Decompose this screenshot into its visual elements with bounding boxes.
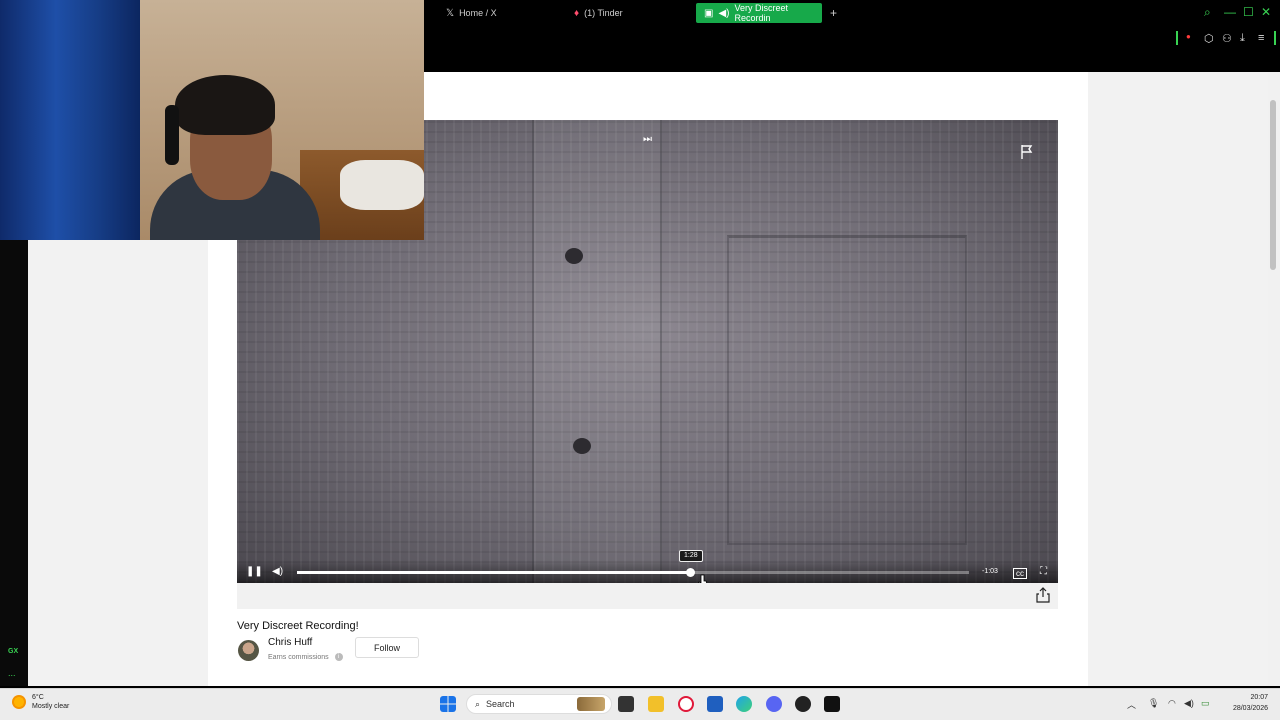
windows-taskbar (0, 688, 1280, 720)
tab-label: Home / X (459, 8, 497, 18)
video-frame-shirt-button (565, 248, 583, 264)
maximize-icon[interactable]: ☐ (1243, 5, 1254, 19)
clock-date: 28/03/2026 (1232, 705, 1268, 712)
volume-tray-icon[interactable]: ◀) (1184, 698, 1194, 709)
scrollbar-thumb[interactable] (1270, 100, 1276, 270)
skip-next-icon[interactable]: ⏭ (643, 134, 652, 145)
remaining-time: -1:03 (982, 568, 998, 575)
taskbar-clock[interactable]: 20:07 28/03/2026 (1224, 692, 1268, 714)
task-view-icon[interactable] (618, 696, 634, 712)
store-icon[interactable] (707, 696, 723, 712)
sidebar-more-icon[interactable]: ... (8, 668, 16, 678)
battery-icon[interactable]: ▭ (1201, 698, 1210, 709)
search-highlight-image (577, 697, 605, 711)
share-icon[interactable] (1036, 587, 1050, 603)
webcam-curtain (0, 0, 140, 240)
weather-temp: 6°C (32, 694, 44, 701)
webcam-headphones (165, 105, 179, 165)
profile-icon[interactable]: ⚇ (1222, 32, 1232, 45)
speaker-icon[interactable]: ◀) (718, 8, 729, 19)
discord-icon[interactable] (766, 696, 782, 712)
info-icon[interactable]: i (334, 653, 343, 661)
toolbar-edge (1274, 31, 1276, 45)
close-icon[interactable]: ✕ (1261, 5, 1271, 19)
tab-active-video[interactable]: ▣ ◀) Very Discreet Recordin (696, 3, 822, 23)
time-tooltip: 1:28 (679, 550, 703, 562)
x-logo-icon: 𝕏 (446, 7, 455, 19)
toolbar-divider (1176, 31, 1178, 45)
wifi-icon[interactable]: ◠ (1168, 698, 1176, 709)
fullscreen-icon[interactable]: ⛶ (1040, 566, 1047, 577)
video-progress-bar[interactable] (297, 568, 969, 577)
search-label: Search (486, 699, 515, 709)
clock-time: 20:07 (1250, 694, 1268, 701)
captions-icon[interactable]: cc (1013, 568, 1027, 579)
search-tabs-icon[interactable]: ⌕ (1204, 5, 1211, 20)
search-icon: ⌕ (475, 698, 481, 709)
avatar[interactable] (238, 640, 259, 661)
video-frame-shirt-placket (532, 120, 662, 583)
tab-home-x[interactable]: 𝕏 Home / X (438, 3, 505, 23)
tray-overflow-icon[interactable]: ︿ (1127, 698, 1136, 711)
webcam-person-hair (175, 75, 275, 135)
tab-tinder[interactable]: ♦ (1) Tinder (566, 3, 631, 23)
video-action-bar (237, 583, 1058, 609)
video-frame-shirt-button (573, 438, 591, 454)
new-tab-button[interactable]: + (822, 3, 845, 23)
report-flag-icon[interactable] (1020, 144, 1034, 160)
earns-commissions: Earns commissions i (268, 653, 343, 661)
tinder-icon: ♦ (574, 7, 580, 19)
volume-icon[interactable]: ◀) (272, 566, 283, 577)
webcam-overlay (0, 0, 424, 240)
windows-start-icon[interactable] (440, 696, 456, 712)
microphone-icon[interactable]: 🎙 (1148, 698, 1159, 709)
terminal-icon[interactable] (824, 696, 840, 712)
adblock-icon[interactable]: ● (1186, 32, 1191, 41)
minimize-icon[interactable]: — (1224, 5, 1236, 19)
taskbar-search[interactable]: ⌕ Search (466, 694, 612, 714)
media-app-icon[interactable] (795, 696, 811, 712)
pause-icon[interactable]: ❚❚ (246, 566, 263, 577)
weather-icon (12, 695, 26, 709)
progress-played (297, 571, 691, 574)
video-frame-shirt-pocket (727, 235, 967, 545)
extensions-icon[interactable]: ⬡ (1204, 32, 1214, 45)
author-name[interactable]: Chris Huff (268, 637, 312, 648)
edge-icon[interactable] (736, 696, 752, 712)
weather-desc: Mostly clear (32, 703, 70, 710)
download-icon[interactable]: ⤓ (1240, 32, 1245, 45)
gx-icon[interactable]: GX (8, 648, 18, 655)
menu-icon[interactable]: ≡ (1258, 32, 1264, 44)
follow-button[interactable]: Follow (355, 637, 419, 658)
opera-gx-icon[interactable] (678, 696, 694, 712)
tab-label: (1) Tinder (584, 8, 623, 18)
weather-widget[interactable]: 6°C Mostly clear (12, 693, 69, 711)
webcam-pillow (340, 160, 424, 210)
tab-label: Very Discreet Recordin (734, 3, 789, 23)
video-title: Very Discreet Recording! (237, 620, 359, 632)
site-favicon-icon: ▣ (704, 7, 714, 19)
file-explorer-icon[interactable] (648, 696, 664, 712)
earns-label: Earns commissions (268, 653, 329, 661)
